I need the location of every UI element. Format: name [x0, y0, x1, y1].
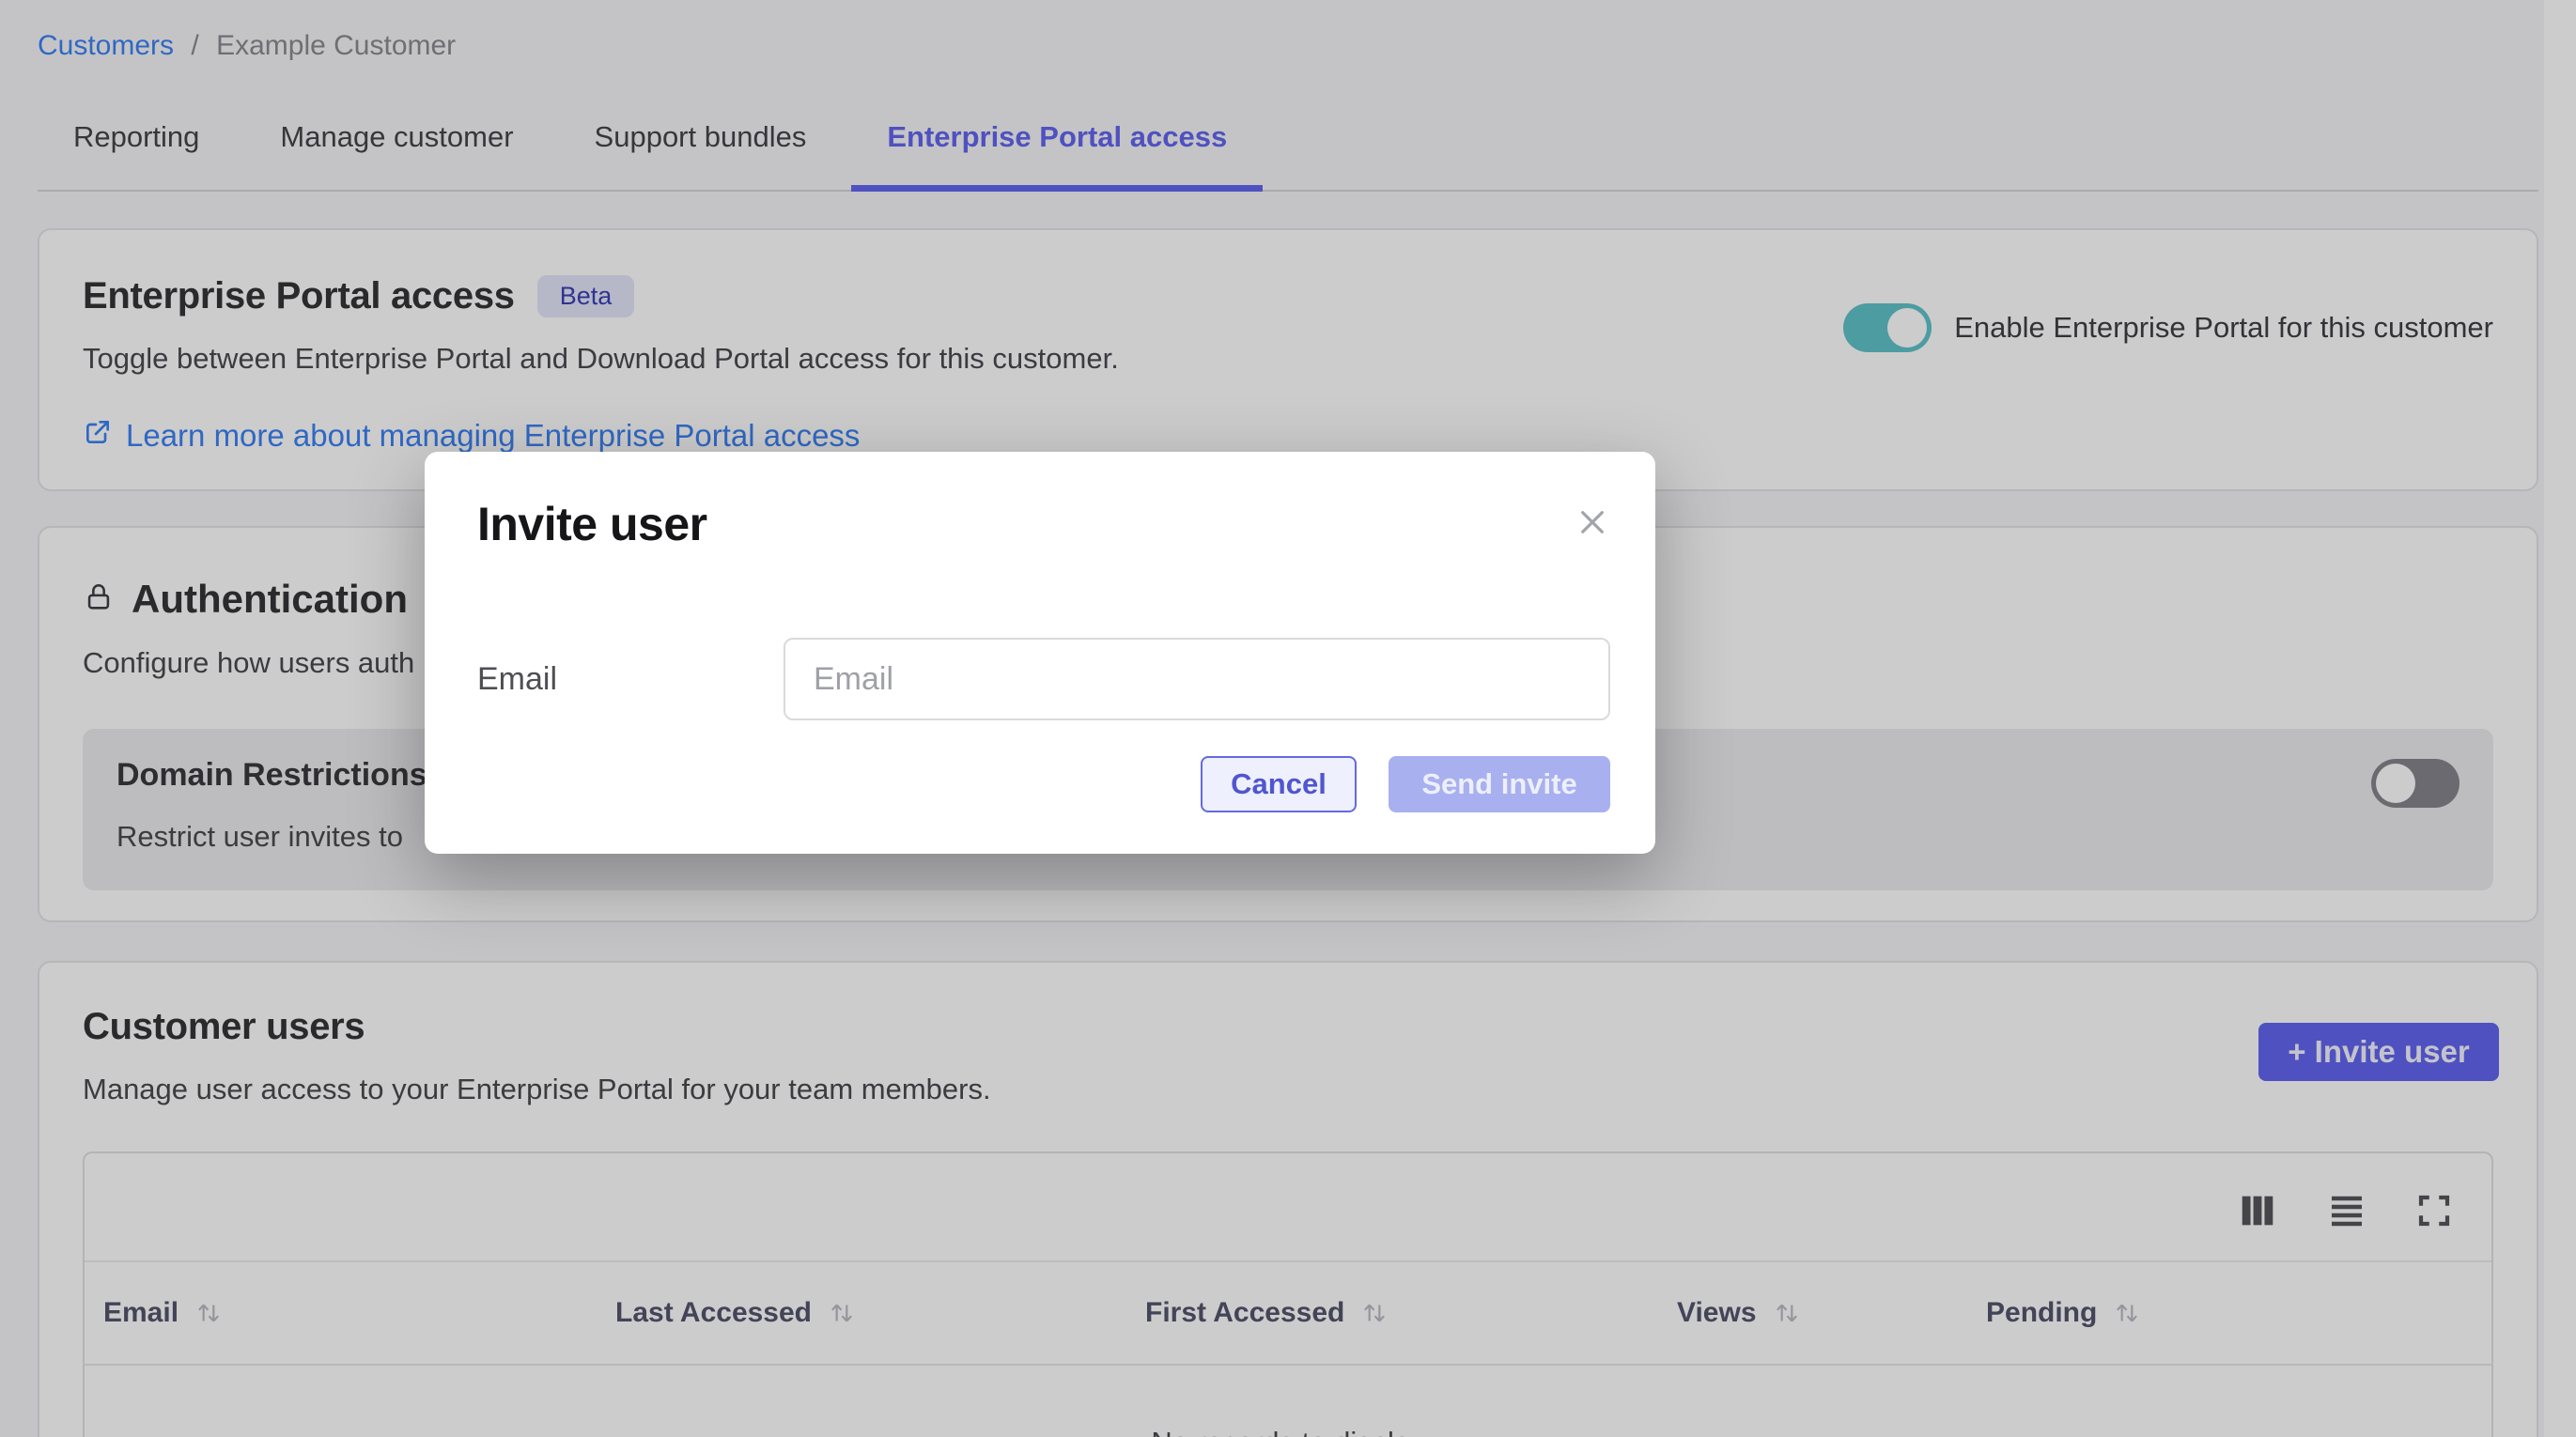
cancel-button[interactable]: Cancel — [1201, 756, 1357, 812]
modal-title: Invite user — [477, 501, 1610, 548]
send-invite-button[interactable]: Send invite — [1389, 756, 1610, 812]
invite-user-modal: Invite user Email Cancel Send invite — [425, 452, 1655, 854]
modal-button-row: Cancel Send invite — [477, 756, 1610, 812]
close-icon[interactable] — [1575, 504, 1610, 540]
email-label: Email — [477, 661, 784, 698]
email-field[interactable] — [784, 638, 1610, 720]
email-form-row: Email — [477, 638, 1610, 720]
